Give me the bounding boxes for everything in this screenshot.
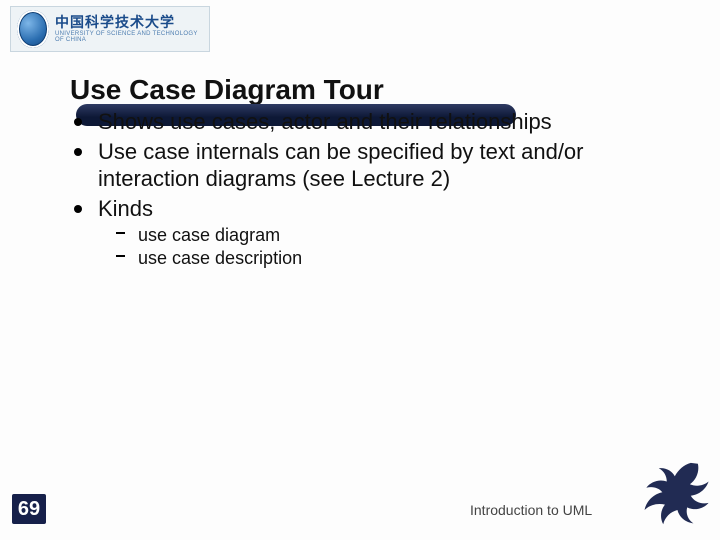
bullet-item: Kinds	[94, 195, 690, 223]
page-number: 69	[12, 494, 46, 524]
bullet-text: Use case internals can be specified by t…	[98, 139, 584, 192]
page-number-value: 69	[18, 498, 40, 521]
sub-bullet-text: use case description	[138, 248, 302, 268]
bullet-dot-icon	[74, 118, 82, 126]
bullet-text: Kinds	[98, 196, 153, 221]
dragon-icon	[602, 454, 712, 534]
slide-body: Shows use cases, actor and their relatio…	[70, 108, 690, 269]
logo-en: UNIVERSITY OF SCIENCE AND TECHNOLOGY OF …	[55, 31, 203, 43]
bullet-item: Shows use cases, actor and their relatio…	[94, 108, 690, 136]
bullet-text: Shows use cases, actor and their relatio…	[98, 109, 552, 134]
bullet-dot-icon	[74, 205, 82, 213]
bullet-dot-icon	[74, 148, 82, 156]
sub-bullet-list: use case diagram use case description	[94, 224, 690, 269]
dash-icon	[116, 255, 125, 257]
sub-bullet-item: use case diagram	[130, 224, 690, 247]
dash-icon	[116, 232, 125, 234]
logo-cn: 中国科学技术大学	[55, 15, 203, 29]
slide-title: Use Case Diagram Tour	[70, 74, 690, 106]
logo-seal-icon	[17, 10, 49, 48]
sub-bullet-text: use case diagram	[138, 225, 280, 245]
university-logo: 中国科学技术大学 UNIVERSITY OF SCIENCE AND TECHN…	[10, 6, 210, 52]
logo-text: 中国科学技术大学 UNIVERSITY OF SCIENCE AND TECHN…	[55, 15, 203, 43]
sub-bullet-item: use case description	[130, 247, 690, 270]
footer-title: Introduction to UML	[470, 502, 592, 518]
bullet-item: Use case internals can be specified by t…	[94, 138, 690, 193]
slide-content: Use Case Diagram Tour Shows use cases, a…	[70, 74, 690, 269]
